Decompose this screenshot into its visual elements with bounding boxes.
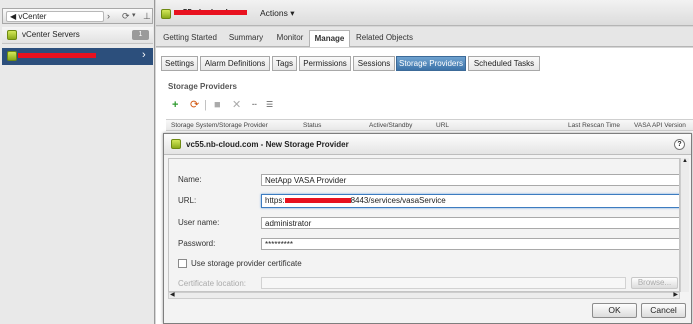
url-prefix: https: (265, 196, 285, 205)
ok-button[interactable]: OK (592, 303, 637, 318)
username-label: User name: (178, 218, 220, 227)
subtab-storage-providers[interactable]: Storage Providers (396, 56, 466, 71)
subtab-scheduled-tasks[interactable]: Scheduled Tasks (468, 56, 540, 71)
navigator-toolbar: ◀ vCenter › ⟳ ▾ ⊥ (2, 8, 153, 24)
browse-button[interactable]: Browse... (631, 277, 678, 289)
column-header[interactable]: Active/Standby (369, 122, 412, 129)
username-field[interactable] (261, 217, 679, 229)
certificate-location-field[interactable] (261, 277, 626, 289)
title-redaction (174, 10, 247, 15)
certificate-location-label: Certificate location: (178, 279, 247, 288)
separator: | (204, 99, 207, 111)
tab-summary[interactable]: Summary (226, 30, 266, 46)
scroll-left-icon[interactable]: ◀ (170, 291, 175, 298)
vcenter-icon (7, 51, 17, 61)
back-button[interactable]: ◀ vCenter (6, 11, 104, 22)
pin-icon[interactable]: ⊥ (143, 9, 151, 23)
scroll-up-icon[interactable]: ▲ (682, 158, 688, 164)
history-dropdown-icon[interactable]: ▾ (132, 9, 136, 23)
dialog-form: Name: URL: https: 8443/services/vasaServi… (168, 158, 680, 292)
storage-providers-title: Storage Providers (168, 82, 237, 91)
help-icon[interactable]: ? (674, 139, 685, 150)
cancel-button[interactable]: Cancel (641, 303, 686, 318)
url-suffix: 8443/services/vasaService (350, 196, 446, 205)
dialog-title-bar: vc55.nb-cloud.com - New Storage Provider… (164, 134, 691, 155)
password-field[interactable] (261, 238, 679, 250)
tab-monitor[interactable]: Monitor (272, 30, 308, 46)
subtab-alarm-definitions[interactable]: Alarm Definitions (200, 56, 270, 71)
object-header: vc55.nb-cloud.com Actions ▾ (156, 0, 693, 26)
tab-manage[interactable]: Manage (309, 30, 350, 47)
use-certificate-label: Use storage provider certificate (191, 259, 302, 268)
dialog-title: vc55.nb-cloud.com - New Storage Provider (186, 140, 349, 149)
back-arrow-icon: ◀ (10, 12, 17, 21)
column-header[interactable]: Last Rescan Time (568, 122, 620, 129)
vcenter-servers-item[interactable]: vCenter Servers 1 (2, 27, 153, 44)
vcenter-icon (161, 9, 171, 19)
list-view-icon[interactable]: ☰ (266, 99, 273, 111)
remove-icon[interactable]: ✕ (232, 99, 241, 111)
vcenter-icon (7, 30, 17, 40)
url-label: URL: (178, 196, 197, 205)
actions-menu[interactable]: Actions ▾ (260, 8, 295, 19)
subtab-settings[interactable]: Settings (161, 56, 198, 71)
vcenter-servers-count-badge: 1 (132, 30, 149, 40)
back-button-label: vCenter (18, 12, 47, 21)
name-label: Name: (178, 175, 202, 184)
subtab-permissions[interactable]: Permissions (299, 56, 351, 71)
add-icon[interactable]: + (172, 99, 178, 111)
name-field[interactable] (261, 174, 679, 186)
redacted-server-name (18, 53, 96, 58)
column-layout-icon[interactable]: ╌ (252, 99, 257, 111)
dialog-horizontal-scrollbar[interactable]: ◀ ▶ (168, 292, 680, 299)
selected-vcenter-item[interactable]: › (2, 48, 153, 65)
providers-table-header: Storage System/Storage Provider Status A… (166, 119, 693, 131)
url-field[interactable]: https: 8443/services/vasaService (261, 194, 679, 208)
column-header[interactable]: URL (436, 122, 449, 129)
tab-related-objects[interactable]: Related Objects (352, 30, 417, 46)
vcenter-icon (171, 139, 181, 149)
subtab-tags[interactable]: Tags (272, 56, 297, 71)
new-storage-provider-dialog: vc55.nb-cloud.com - New Storage Provider… (163, 133, 692, 324)
scroll-right-icon[interactable]: ▶ (673, 291, 678, 298)
url-redaction (284, 198, 351, 204)
rescan-icon[interactable]: ■ (214, 99, 221, 111)
refresh-icon[interactable]: ⟳ (190, 99, 199, 111)
column-header[interactable]: Storage System/Storage Provider (171, 122, 268, 129)
chevron-right-icon[interactable]: › (107, 9, 110, 23)
password-label: Password: (178, 239, 216, 248)
main-tabs: Getting Started Summary Monitor Manage R… (156, 27, 693, 47)
tab-getting-started[interactable]: Getting Started (160, 30, 220, 46)
column-header[interactable]: Status (303, 122, 321, 129)
chevron-right-icon[interactable]: › (142, 48, 146, 63)
column-header[interactable]: VASA API Version (634, 122, 686, 129)
subtab-sessions[interactable]: Sessions (353, 56, 395, 71)
use-certificate-checkbox[interactable] (178, 259, 187, 268)
vcenter-servers-label: vCenter Servers (22, 30, 80, 39)
dialog-vertical-scrollbar[interactable]: ▲ (680, 158, 689, 292)
history-icon[interactable]: ⟳ (122, 9, 130, 23)
navigator-panel: ◀ vCenter › ⟳ ▾ ⊥ vCenter Servers 1 › (0, 0, 155, 324)
